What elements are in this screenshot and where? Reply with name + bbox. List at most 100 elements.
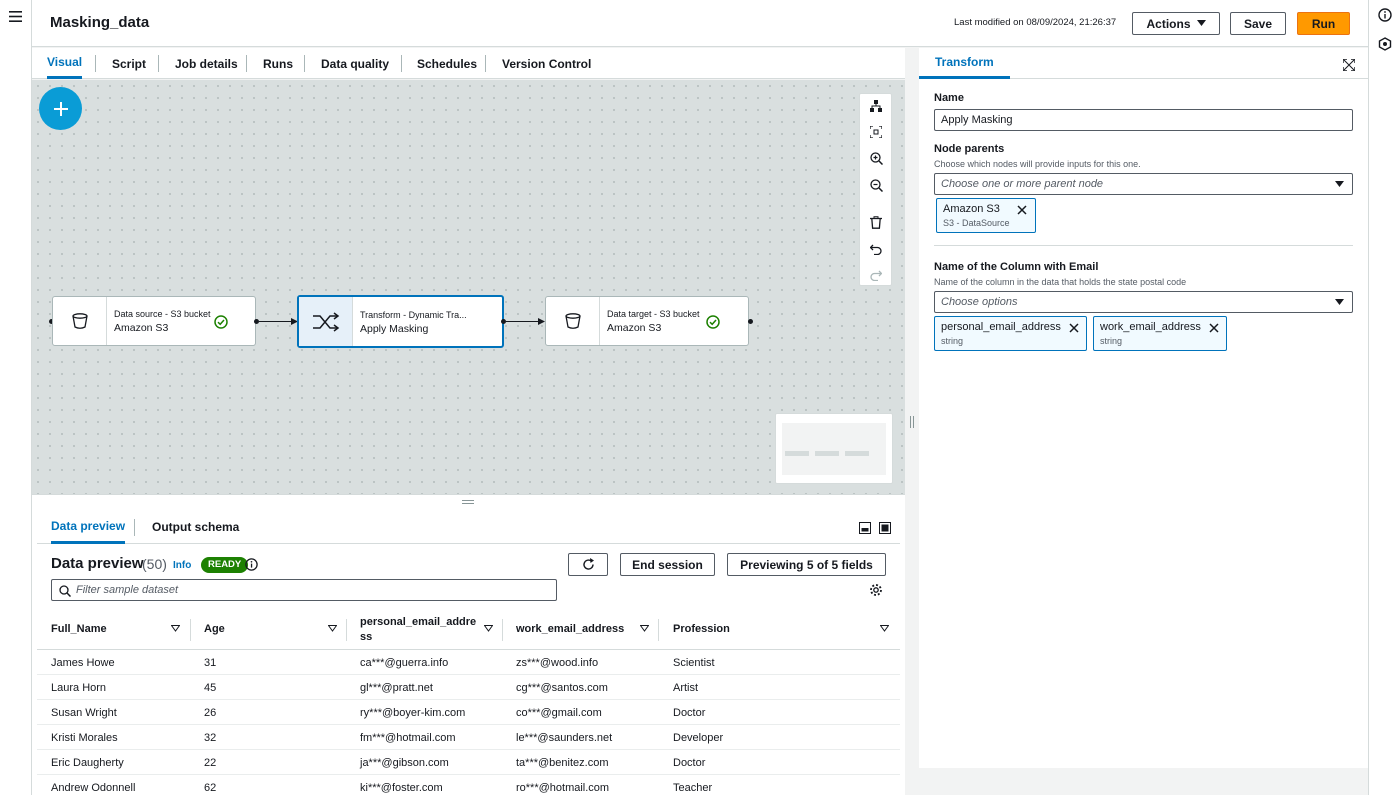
previewing-fields-button[interactable]: Previewing 5 of 5 fields — [727, 553, 886, 576]
tab-version-control[interactable]: Version Control — [502, 48, 591, 79]
end-session-button[interactable]: End session — [620, 553, 715, 576]
zoom-in-icon[interactable] — [867, 149, 885, 167]
column-header-work-email[interactable]: work_email_address — [516, 623, 624, 635]
add-node-button[interactable] — [39, 87, 82, 130]
plus-icon — [53, 101, 68, 116]
node-transform[interactable]: Transform - Dynamic Tra... Apply Masking — [297, 295, 504, 348]
close-icon[interactable] — [1209, 323, 1219, 333]
email-column-select[interactable]: Choose options — [934, 291, 1353, 313]
node-data-target[interactable]: Data target - S3 bucket Amazon S3 — [545, 296, 749, 346]
actions-label: Actions — [1146, 16, 1191, 31]
maximize-panel-icon[interactable] — [879, 521, 891, 539]
token-label: work_email_address — [1100, 321, 1201, 333]
token-sublabel: string — [941, 336, 964, 346]
node-subtitle: Transform - Dynamic Tra... — [360, 309, 467, 320]
filter-placeholder: Filter sample dataset — [76, 584, 179, 596]
column-header-full-name[interactable]: Full_Name — [51, 623, 107, 635]
canvas-resize-handle[interactable] — [32, 494, 905, 510]
column-divider[interactable] — [346, 619, 347, 641]
cell: James Howe — [51, 657, 115, 669]
cell: Developer — [673, 732, 724, 744]
tab-data-preview[interactable]: Data preview — [51, 510, 126, 544]
name-label: Name — [934, 92, 964, 104]
layout-icon[interactable] — [867, 97, 885, 115]
sort-caret-icon[interactable] — [640, 625, 649, 632]
fit-view-icon[interactable] — [867, 123, 885, 141]
tab-runs[interactable]: Runs — [263, 48, 293, 79]
table-row: Andrew Odonnell 62 ki***@foster.com ro**… — [37, 775, 900, 795]
minimap[interactable] — [775, 413, 893, 484]
parent-token: Amazon S3 S3 - DataSource — [936, 198, 1036, 233]
actions-button[interactable]: Actions — [1132, 12, 1220, 35]
arrow-head-icon — [538, 318, 545, 325]
sort-caret-icon[interactable] — [484, 625, 493, 632]
cell: Laura Horn — [51, 682, 107, 694]
filter-input[interactable]: Filter sample dataset — [51, 579, 557, 601]
refresh-button[interactable] — [568, 553, 608, 576]
tab-transform[interactable]: Transform — [919, 48, 1010, 79]
tab-schedules[interactable]: Schedules — [417, 48, 477, 79]
email-token: work_email_address string — [1093, 316, 1227, 351]
redo-icon[interactable] — [867, 266, 885, 284]
search-icon — [59, 585, 71, 597]
delete-icon[interactable] — [867, 213, 885, 231]
caret-down-icon — [1335, 299, 1344, 305]
sort-caret-icon[interactable] — [880, 625, 889, 632]
run-button[interactable]: Run — [1297, 12, 1350, 35]
gear-icon[interactable] — [869, 583, 883, 602]
cell: 62 — [204, 782, 217, 794]
status-info-icon[interactable] — [245, 558, 258, 576]
tab-data-quality[interactable]: Data quality — [321, 48, 389, 79]
visual-canvas[interactable]: Data source - S3 bucket Amazon S3 Transf… — [32, 80, 905, 494]
node-subtitle: Data source - S3 bucket — [114, 309, 211, 319]
cell: 31 — [204, 657, 217, 669]
cell: le***@saunders.net — [516, 732, 613, 744]
column-header-age[interactable]: Age — [204, 623, 225, 635]
cell: ca***@guerra.info — [360, 657, 449, 669]
node-output-port[interactable] — [748, 319, 753, 324]
expand-icon[interactable] — [1342, 58, 1356, 76]
node-parents-label: Node parents — [934, 143, 1005, 155]
bottom-tabs: Data preview Output schema — [37, 510, 900, 544]
table-row: Laura Horn 45 gl***@pratt.net cg***@sant… — [37, 675, 900, 700]
job-tabs: Visual Script Job details Runs Data qual… — [32, 48, 905, 79]
tab-divider — [401, 55, 402, 72]
email-column-placeholder: Choose options — [941, 296, 1018, 308]
minimize-panel-icon[interactable] — [859, 521, 871, 539]
column-divider[interactable] — [190, 619, 191, 641]
hexagon-settings-icon[interactable] — [1378, 37, 1392, 56]
hamburger-menu-icon[interactable] — [9, 9, 22, 22]
column-divider[interactable] — [502, 619, 503, 641]
zoom-out-icon[interactable] — [867, 176, 885, 194]
tab-job-details[interactable]: Job details — [175, 48, 238, 79]
cell: ro***@hotmail.com — [516, 782, 610, 794]
close-icon[interactable] — [1017, 205, 1027, 215]
column-header-profession[interactable]: Profession — [673, 623, 730, 635]
cell: ry***@boyer-kim.com — [360, 707, 466, 719]
tab-visual[interactable]: Visual — [47, 48, 83, 79]
save-button[interactable]: Save — [1230, 12, 1286, 35]
node-parents-select[interactable]: Choose one or more parent node — [934, 173, 1353, 195]
close-icon[interactable] — [1069, 323, 1079, 333]
token-label: personal_email_address — [941, 321, 1061, 333]
sort-caret-icon[interactable] — [171, 625, 180, 632]
info-circle-icon[interactable] — [1378, 8, 1392, 27]
table-row: Eric Daugherty 22 ja***@gibson.com ta***… — [37, 750, 900, 775]
cell: Kristi Morales — [51, 732, 118, 744]
column-divider[interactable] — [658, 619, 659, 641]
sort-caret-icon[interactable] — [328, 625, 337, 632]
column-header-personal-email[interactable]: personal_email_address — [360, 615, 480, 645]
panel-resize-handle[interactable] — [905, 48, 919, 795]
node-data-source[interactable]: Data source - S3 bucket Amazon S3 — [52, 296, 256, 346]
undo-icon[interactable] — [867, 240, 885, 258]
email-column-hint: Name of the column in the data that hold… — [934, 277, 1187, 287]
left-nav-bar — [0, 0, 32, 795]
name-input[interactable]: Apply Masking — [934, 109, 1353, 131]
tab-output-schema[interactable]: Output schema — [152, 510, 239, 544]
token-sublabel: S3 - DataSource — [943, 218, 1010, 228]
right-utility-bar — [1368, 0, 1400, 795]
info-link[interactable]: Info — [173, 560, 191, 571]
tab-divider — [134, 519, 135, 536]
tab-script[interactable]: Script — [112, 48, 146, 79]
transform-config-panel: Transform Name Apply Masking Node parent… — [919, 48, 1368, 768]
